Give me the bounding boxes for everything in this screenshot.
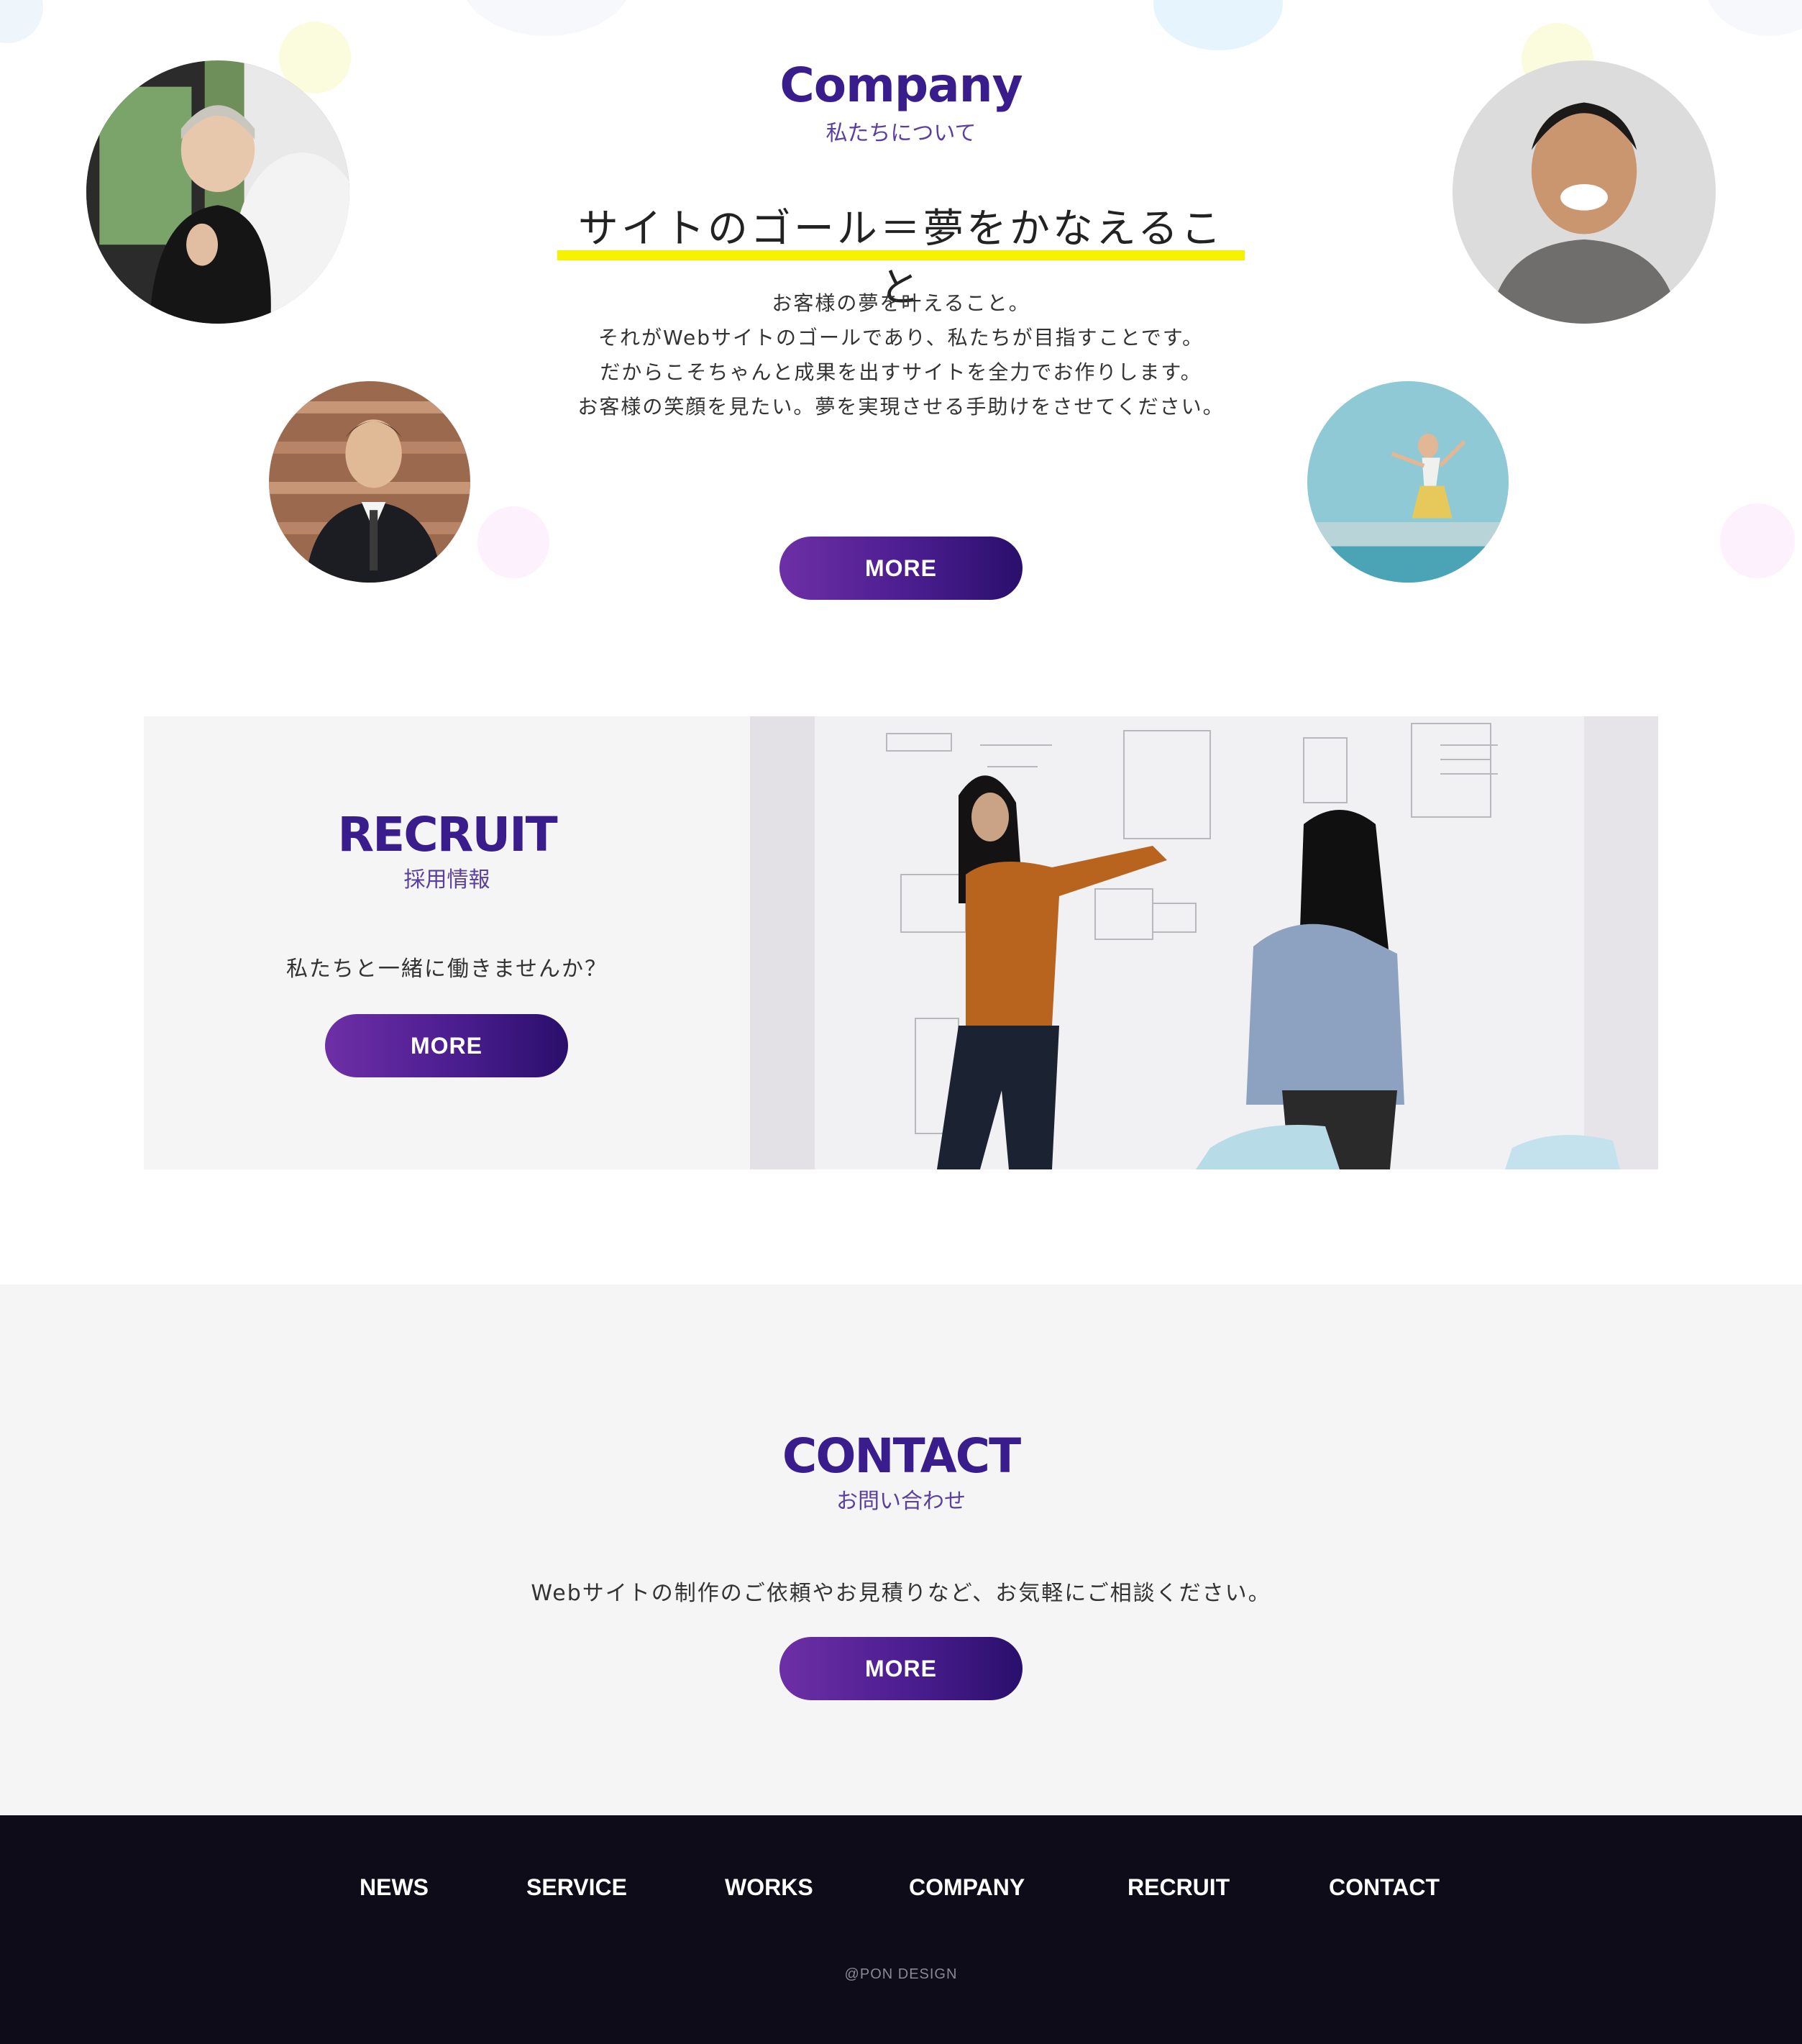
company-paragraph: お客様の夢を叶えること。	[772, 291, 1030, 315]
recruit-whiteboard-photo	[750, 716, 1658, 1169]
copyright: @PON DESIGN	[844, 1966, 958, 1982]
footer-nav-recruit[interactable]: RECRUIT	[1128, 1874, 1230, 1901]
contact-subtitle: お問い合わせ	[836, 1489, 966, 1514]
company-description: お客様の夢を叶えること。 それがWebサイトのゴールであり、私たちが目指すことで…	[503, 286, 1299, 424]
recruit-more-button[interactable]: MORE	[325, 1014, 568, 1077]
footer-nav-works[interactable]: WORKS	[725, 1874, 813, 1901]
decor-blob	[477, 506, 549, 578]
company-paragraph: それがWebサイトのゴールであり、私たちが目指すことです。	[598, 326, 1204, 350]
footer-nav-news[interactable]: NEWS	[360, 1874, 429, 1901]
decor-blob	[1720, 503, 1795, 578]
footer-nav-company[interactable]: COMPANY	[909, 1874, 1025, 1901]
photo-man-suit	[269, 381, 470, 583]
photo-woman-jumping	[1307, 381, 1509, 583]
company-subtitle: 私たちについて	[825, 121, 977, 146]
contact-more-button[interactable]: MORE	[779, 1637, 1023, 1700]
contact-description: Webサイトの制作のご依頼やお見積りなど、お気軽にご相談ください。	[531, 1581, 1271, 1606]
company-paragraph: お客様の笑顔を見たい。夢を実現させる手助けをさせてください。	[577, 395, 1225, 419]
decor-blob	[1153, 0, 1283, 50]
company-paragraph: だからこそちゃんと成果を出すサイトを全力でお作りします。	[600, 360, 1202, 384]
recruit-title: RECRUIT	[337, 807, 557, 862]
contact-title: CONTACT	[782, 1428, 1021, 1484]
decor-blob	[0, 0, 43, 43]
company-more-button[interactable]: MORE	[779, 537, 1023, 600]
company-title: Company	[779, 58, 1023, 113]
company-headline: サイトのゴール＝夢をかなえること	[577, 206, 1225, 311]
decor-blob	[460, 0, 633, 36]
footer	[0, 1815, 1802, 2044]
recruit-panel	[144, 716, 750, 1169]
footer-nav-service[interactable]: SERVICE	[526, 1874, 627, 1901]
contact-section	[0, 1285, 1802, 1815]
recruit-subtitle: 採用情報	[403, 867, 490, 893]
recruit-description: 私たちと一緒に働きませんか？	[285, 957, 608, 982]
decor-blob	[1704, 0, 1802, 36]
footer-nav-contact[interactable]: CONTACT	[1329, 1874, 1440, 1901]
